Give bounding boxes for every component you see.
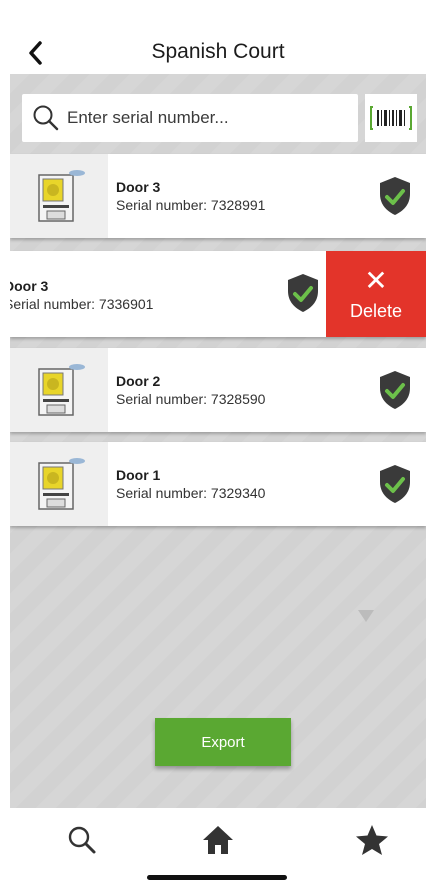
door-card[interactable]: Door 1 Serial number: 7329340 [10,442,426,526]
verified-shield-icon [380,177,410,215]
door-name: Door 1 [116,467,161,483]
door-unit-image [38,364,85,416]
delete-label: Delete [349,300,403,321]
barcode-scan-button[interactable] [365,94,417,142]
serial-number: Serial number: 7328590 [116,391,266,407]
home-icon [203,826,233,854]
search-icon [33,105,59,131]
star-icon [356,825,388,855]
app-screen: Spanish Court Enter serial number... Doo… [10,0,426,883]
door-thumbnail [10,154,108,238]
door-name: Door 2 [116,373,161,389]
door-unit-image [38,170,85,222]
close-icon: ✕ [364,264,388,296]
tab-home[interactable] [196,820,240,860]
tab-favorites[interactable] [350,820,394,860]
delete-button[interactable]: ✕ Delete [326,251,426,337]
door-card[interactable]: Door 3 Serial number: 7328991 [10,154,426,238]
export-button[interactable]: Export [155,718,291,766]
serial-number: Serial number: 7328991 [116,197,266,213]
header: Spanish Court [10,0,426,74]
door-info: Door 1 Serial number: 7329340 [116,466,265,502]
door-card[interactable]: Door 2 Serial number: 7328590 [10,348,426,432]
tab-search[interactable] [60,820,104,860]
verified-shield-icon [380,371,410,409]
verified-shield-icon [288,274,318,312]
door-name: Door 3 [116,179,161,195]
serial-search-input[interactable] [67,98,358,138]
search-icon [68,826,96,854]
bottom-tab-bar [10,808,426,883]
door-info: Door 2 Serial number: 7328590 [116,372,265,408]
page-title: Spanish Court [151,40,285,63]
home-indicator [147,875,287,880]
door-card-swiped[interactable]: Door 3 Serial number: 7336901 ✕ Delete [10,251,426,337]
door-info: Door 3 Serial number: 7328991 [116,178,265,214]
door-list-area: Door 3 Serial number: 7328991 Door 3 Ser… [10,74,426,808]
scroll-down-arrow-icon [358,610,374,622]
door-name: Door 3 [10,278,49,294]
search-box [22,94,358,142]
door-thumbnail [10,442,108,526]
verified-shield-icon [380,465,410,503]
barcode-icon [370,106,412,130]
door-info: Door 3 Serial number: 7336901 [10,277,153,313]
serial-number: Serial number: 7329340 [116,485,266,501]
door-unit-image [38,458,85,510]
door-thumbnail [10,348,108,432]
serial-number: Serial number: 7336901 [10,296,154,312]
